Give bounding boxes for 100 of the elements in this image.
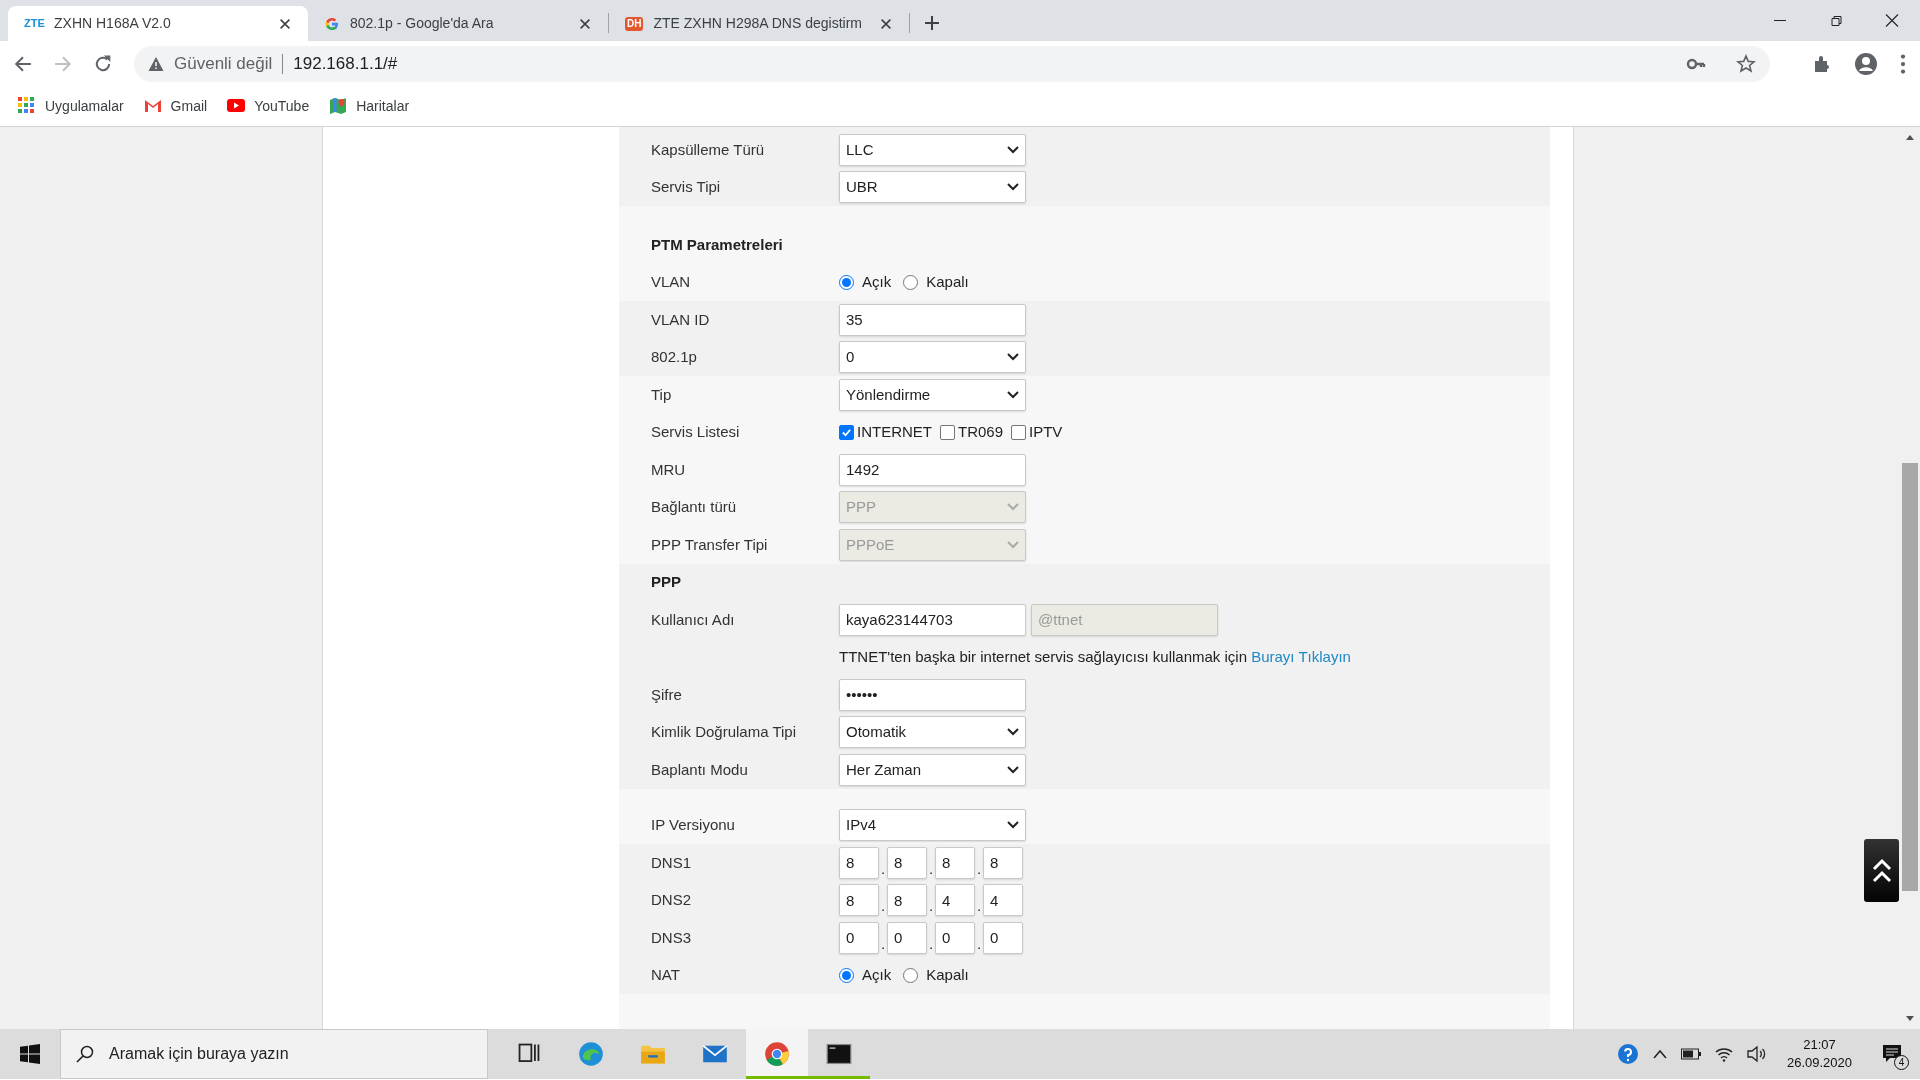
chevron-down-icon — [1007, 353, 1019, 362]
field-label: Şifre — [651, 684, 683, 705]
radio-button[interactable] — [839, 274, 854, 290]
mail-logo-icon — [143, 97, 162, 115]
octet-field[interactable]: 0 — [983, 921, 1023, 954]
checkbox[interactable] — [940, 424, 955, 440]
field-label: IP Versiyonu — [651, 815, 736, 835]
octet-field[interactable]: 8 — [839, 884, 879, 917]
radio-button[interactable] — [903, 967, 919, 983]
octet-field[interactable]: 8 — [887, 884, 927, 917]
reload-icon[interactable] — [94, 54, 112, 73]
octet-field[interactable]: 4 — [935, 884, 975, 917]
field-label: Baplantı Modu — [651, 759, 749, 780]
wifi-icon[interactable] — [1714, 1046, 1733, 1062]
battery-icon[interactable] — [1680, 1048, 1701, 1060]
chevron-up-icon[interactable] — [1652, 1049, 1667, 1059]
field-label: Kullanıcı Adı — [651, 609, 736, 630]
checkbox[interactable] — [839, 424, 854, 440]
separator-dot: . — [927, 933, 935, 954]
chat-bubble-icon — [1882, 1044, 1902, 1064]
octet-field[interactable]: 8 — [839, 846, 879, 879]
chevron-down-icon — [1007, 183, 1019, 192]
separator-dot: . — [879, 858, 887, 879]
option-label: TR069 — [958, 422, 1004, 442]
close-icon[interactable] — [879, 16, 893, 31]
radio-button[interactable] — [839, 967, 854, 983]
tab-title: ZXHN H168A V2.0 — [54, 14, 172, 33]
separator-dot: . — [975, 896, 983, 917]
chevron-down-icon — [1007, 390, 1019, 399]
clock-time: 21:07 — [1803, 1036, 1836, 1054]
browser-tab[interactable]: DH ZTE ZXHN H298A DNS degistirm — [609, 6, 909, 41]
checkbox[interactable] — [1011, 424, 1027, 440]
field-label: DNS1 — [651, 852, 692, 873]
speaker-icon[interactable] — [1746, 1046, 1767, 1062]
octet-field[interactable]: 0 — [935, 921, 975, 954]
help-icon[interactable] — [1616, 1043, 1639, 1065]
dropdown[interactable]: Her Zaman — [839, 753, 1026, 786]
dropdown[interactable]: IPv4 — [839, 809, 1026, 842]
field-label: Servis Tipi — [651, 177, 722, 197]
octet-field[interactable]: 4 — [983, 884, 1023, 917]
field-label: VLAN — [651, 272, 692, 292]
input-field[interactable]: •••••• — [839, 678, 1026, 711]
taskbar-search-field[interactable]: Aramak için buraya yazın — [60, 1029, 488, 1079]
octet-field[interactable]: 0 — [887, 921, 927, 954]
new-tab-icon[interactable] — [924, 15, 940, 31]
puzzle-icon[interactable] — [1812, 53, 1832, 74]
dropdown[interactable]: 0 — [839, 341, 1026, 374]
play-logo-icon — [227, 97, 246, 115]
notifications-button[interactable]: 4 — [1872, 1034, 1912, 1074]
separator-dot: . — [879, 933, 887, 954]
octet-field[interactable]: 8 — [983, 846, 1023, 879]
clock[interactable]: 21:07 26.09.2020 — [1780, 1036, 1858, 1072]
radio-button[interactable] — [903, 274, 919, 290]
browser-tab[interactable]: ZTE ZXHN H168A V2.0 — [8, 6, 308, 41]
dropdown[interactable]: UBR — [839, 171, 1026, 204]
site-logo: DH — [625, 16, 644, 31]
account-icon[interactable] — [1854, 51, 1878, 76]
input-field[interactable]: 1492 — [839, 453, 1026, 486]
address-bar[interactable]: Güvenli değil 192.168.1.1/# — [134, 45, 1770, 82]
input-field[interactable]: 35 — [839, 303, 1026, 336]
click-here-link[interactable]: Burayı Tıklayın — [1251, 648, 1351, 665]
scroll-down-icon[interactable] — [1906, 1016, 1914, 1021]
close-icon[interactable] — [578, 16, 592, 31]
field-label: MRU — [651, 459, 687, 480]
browser-tab[interactable]: 802.1p - Google'da Ara — [308, 6, 608, 41]
separator-dot: . — [927, 896, 935, 917]
menu-icon[interactable] — [1900, 53, 1906, 74]
dropdown[interactable]: LLC — [839, 133, 1026, 166]
octet-field[interactable]: 8 — [887, 846, 927, 879]
separator-dot: . — [975, 933, 983, 954]
field-label: Tip — [651, 384, 673, 405]
bookmark-link[interactable]: Haritalar — [329, 95, 410, 117]
star-icon[interactable] — [1736, 53, 1756, 74]
option-label: INTERNET — [857, 422, 932, 442]
scrollbar-thumb[interactable] — [1902, 463, 1918, 891]
field-label: VLAN ID — [651, 309, 711, 330]
back-icon[interactable] — [14, 54, 32, 73]
google-logo-icon — [324, 15, 340, 32]
chevron-down-icon — [1007, 765, 1019, 774]
terminal-icon — [826, 1041, 852, 1067]
input-field[interactable]: kaya623144703 — [839, 603, 1026, 636]
bookmark-link[interactable]: YouTube — [227, 95, 310, 117]
field-label: Bağlantı türü — [651, 497, 738, 517]
close-icon[interactable] — [278, 16, 292, 31]
octet-field[interactable]: 0 — [839, 921, 879, 954]
bookmark-link[interactable]: Uygulamalar — [18, 95, 124, 117]
option-label: IPTV — [1029, 422, 1063, 442]
field-label: Kapsülleme Türü — [651, 139, 766, 160]
scroll-to-top-button[interactable] — [1864, 839, 1899, 902]
bookmark-link[interactable]: Gmail — [143, 95, 208, 117]
windows-logo-icon[interactable] — [20, 1044, 40, 1064]
dropdown[interactable]: Yönlendirme — [839, 378, 1026, 411]
octet-field[interactable]: 8 — [935, 846, 975, 879]
url-text: 192.168.1.1/# — [293, 52, 398, 75]
site-logo: ZTE — [24, 16, 44, 32]
option-label: Açık — [862, 965, 892, 985]
chevron-down-icon — [1007, 821, 1019, 830]
domain-field: @ttnet — [1031, 603, 1218, 636]
scroll-up-icon[interactable] — [1906, 135, 1914, 140]
dropdown[interactable]: Otomatik — [839, 716, 1026, 749]
